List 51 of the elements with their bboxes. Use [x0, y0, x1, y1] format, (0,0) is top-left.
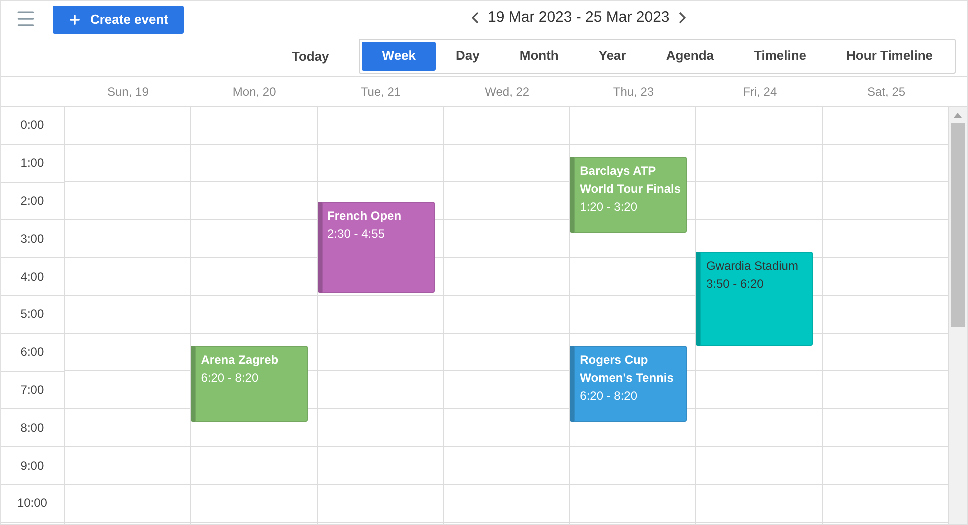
event-time: 1:20 - 3:20 — [580, 199, 639, 216]
event-title: Barclays ATP World Tour Finals — [580, 163, 682, 198]
hour-label: 2:00 — [20, 192, 44, 210]
hour-label: 3:00 — [20, 230, 44, 248]
hour-label: 4:00 — [20, 268, 44, 286]
plus-icon — [68, 12, 82, 26]
view-tab[interactable]: Day — [436, 42, 500, 70]
event-card[interactable]: Gwardia Stadium 3:50 - 6:20 — [696, 252, 814, 346]
event-title: French Open — [328, 208, 403, 224]
create-event-button[interactable]: Create event — [53, 6, 184, 34]
day-header: Thu, 23 — [613, 84, 654, 100]
view-tab[interactable]: Year — [578, 42, 646, 70]
day-column[interactable]: French Open 2:30 - 4:55 — [318, 107, 444, 524]
event-card[interactable]: French Open 2:30 - 4:55 — [318, 202, 435, 293]
day-column[interactable]: Gwardia Stadium 3:50 - 6:20 — [696, 107, 823, 524]
event-title: Gwardia Stadium — [706, 258, 800, 275]
day-header: Sat, 25 — [868, 84, 906, 100]
day-column[interactable] — [64, 107, 192, 524]
event-time: 2:30 - 4:55 — [328, 226, 386, 242]
hour-label: 0:00 — [20, 117, 44, 134]
day-header: Fri, 24 — [743, 84, 778, 100]
scrollbar-thumb[interactable] — [951, 123, 966, 327]
event-title: Rogers Cup Women's Tennis — [580, 352, 675, 388]
scrollbar[interactable] — [949, 107, 967, 524]
day-header: Wed, 22 — [485, 84, 530, 100]
hour-label: 9:00 — [20, 458, 44, 475]
today-button[interactable]: Today — [292, 46, 330, 66]
date-range: 19 Mar 2023 - 25 Mar 2023 — [488, 8, 670, 28]
hour-label: 1:00 — [20, 155, 44, 172]
event-time: 3:50 - 6:20 — [706, 276, 765, 293]
hour-label: 5:00 — [20, 306, 44, 324]
hour-label: 7:00 — [20, 382, 44, 399]
event-time: 6:20 - 8:20 — [201, 370, 260, 388]
chevron-left-icon — [472, 12, 479, 24]
day-column[interactable] — [444, 107, 570, 524]
hour-label: 6:00 — [20, 344, 44, 362]
scroll-up-icon[interactable] — [954, 112, 962, 118]
day-column[interactable] — [822, 107, 950, 524]
view-tab[interactable]: Timeline — [734, 42, 827, 70]
hour-label: 8:00 — [20, 420, 44, 437]
day-header: Sun, 19 — [108, 84, 149, 100]
view-tab[interactable]: Hour Timeline — [826, 42, 953, 70]
day-header: Tue, 21 — [360, 84, 402, 100]
day-header: Mon, 20 — [232, 84, 276, 100]
event-time: 6:20 - 8:20 — [580, 388, 639, 406]
view-tab[interactable]: Agenda — [646, 42, 734, 70]
hour-label: 10:00 — [17, 495, 48, 512]
chevron-right-icon — [678, 12, 686, 24]
view-tab[interactable]: Week — [362, 42, 436, 70]
view-tab[interactable]: Month — [500, 42, 579, 70]
event-title: Arena Zagreb — [201, 352, 280, 370]
